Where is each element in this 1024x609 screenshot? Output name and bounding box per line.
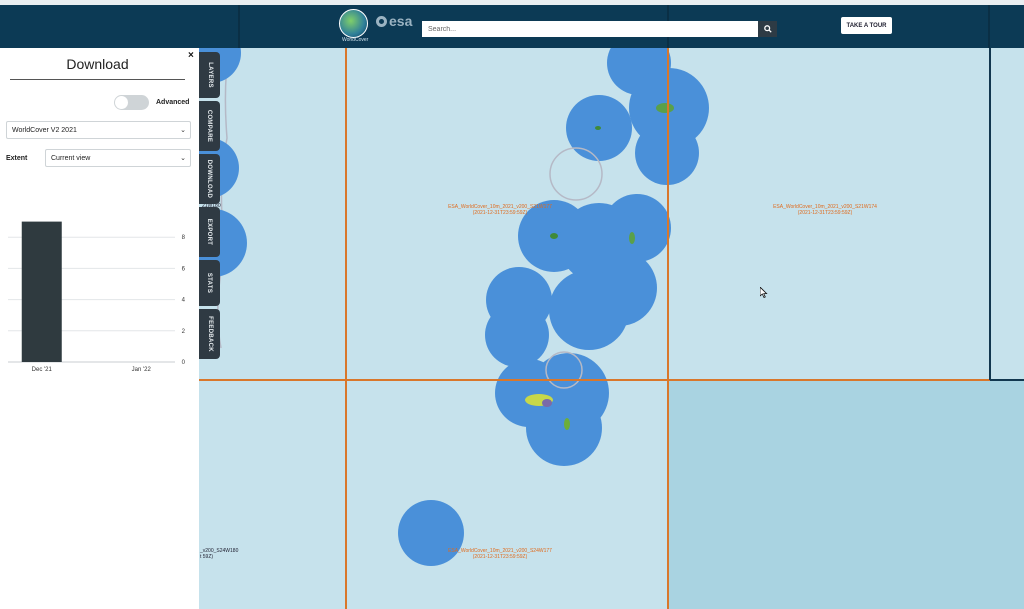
extent-select-value: Current view: [51, 154, 91, 162]
chart-y-tick-label: 2: [182, 329, 186, 335]
tile-label: ESA_WorldCover_10m_2021_v200_S21W174 (202…: [773, 204, 877, 216]
download-panel: × Download Advanced WorldCover V2 2021 ⌄…: [0, 48, 199, 609]
search-button[interactable]: [758, 21, 777, 37]
chart-x-tick-label: Jan '22: [132, 367, 152, 373]
search-icon: [763, 25, 772, 33]
esa-logo[interactable]: esa: [376, 13, 412, 29]
chart-y-tick-label: 4: [182, 298, 186, 304]
panel-title: Download: [66, 56, 129, 72]
map-canvas[interactable]: ESA_WorldCover_10m_2021_v200_S21W177 (202…: [199, 48, 1024, 609]
esa-wordmark: esa: [389, 13, 413, 29]
map-layer: [199, 48, 1024, 609]
product-select[interactable]: WorldCover V2 2021 ⌄: [6, 121, 191, 139]
chevron-down-icon: ⌄: [180, 127, 186, 134]
extent-label: Extent: [6, 155, 28, 162]
mouse-cursor-icon: [760, 287, 768, 298]
chevron-down-icon: ⌄: [180, 155, 186, 162]
close-icon[interactable]: ×: [188, 50, 194, 61]
tab-compare[interactable]: COMPARE: [199, 101, 220, 151]
toggle-knob: [115, 96, 128, 109]
worldcover-logo[interactable]: [339, 9, 368, 38]
advanced-label: Advanced: [156, 99, 190, 106]
stats-bar-chart: 0 2 4 6 8 Dec '21 Jan '22: [8, 221, 186, 373]
chart-y-tick-label: 0: [182, 360, 186, 366]
tile-label: ESA_WorldCover_10m_2021_v200_S24W177 (202…: [448, 548, 552, 560]
header-seam: [238, 5, 240, 48]
edge-tile-label: _v200_S24W180 t 59Z): [200, 548, 239, 560]
tab-export[interactable]: EXPORT: [199, 207, 220, 257]
esa-mark-icon: [376, 15, 387, 27]
chart-x-tick-label: Dec '21: [32, 367, 53, 373]
tab-download[interactable]: DOWNLOAD: [199, 154, 220, 204]
chart-y-tick-label: 8: [182, 235, 186, 241]
chart-y-tick-label: 6: [182, 266, 186, 272]
header-seam: [988, 5, 990, 48]
take-a-tour-button[interactable]: TAKE A TOUR: [841, 17, 892, 34]
tab-layers[interactable]: LAYERS: [199, 52, 220, 98]
product-select-value: WorldCover V2 2021: [12, 126, 77, 134]
extent-select[interactable]: Current view ⌄: [45, 149, 191, 167]
tile-label: ESA_WorldCover_10m_2021_v200_S21W177 (202…: [448, 204, 552, 216]
ocean-area-dark: [668, 380, 1024, 609]
search-input[interactable]: [422, 21, 758, 37]
title-divider: [10, 79, 185, 80]
chart-bar: [21, 221, 62, 362]
advanced-toggle[interactable]: [114, 95, 149, 110]
tab-feedback[interactable]: FEEDBACK: [199, 309, 220, 359]
tab-stats[interactable]: STATS: [199, 260, 220, 306]
logo-label: WorldCover: [342, 37, 369, 43]
